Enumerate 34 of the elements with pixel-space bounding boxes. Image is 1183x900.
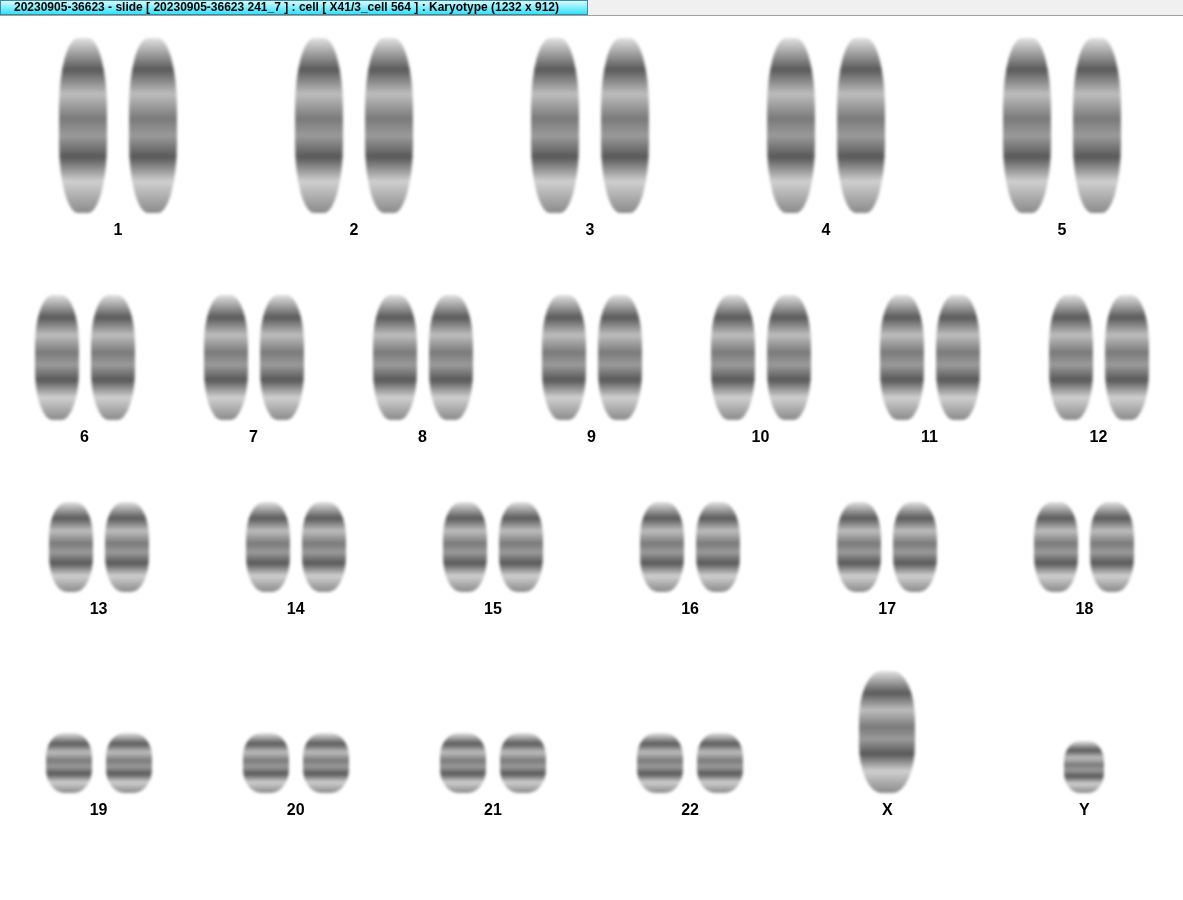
chromosome-label: 20 [286, 801, 305, 819]
chromosome-drawing [637, 733, 684, 793]
chromosome-label: 19 [89, 801, 108, 819]
chromosome-label: Y [1079, 801, 1090, 819]
chromosome-label: 2 [349, 221, 359, 239]
chromosome-drawing [499, 733, 546, 793]
chromosome-label: 14 [286, 600, 305, 618]
chromosome-label: 9 [587, 428, 596, 446]
chromosome-label: 13 [89, 600, 108, 618]
chromosome-label: 7 [249, 428, 258, 446]
chromosome-label: 8 [418, 428, 427, 446]
chromosome-label: 18 [1075, 600, 1094, 618]
chromosome-label: 6 [80, 428, 89, 446]
chromosome-drawing [242, 733, 289, 793]
chromosome-drawing [1064, 741, 1105, 793]
chromosome-drawing [45, 733, 92, 793]
chromosome-label: 12 [1089, 428, 1108, 446]
chromosome-label: 11 [921, 428, 938, 446]
chromosome-label: 3 [585, 221, 595, 239]
chromosome-label: 16 [681, 600, 699, 618]
chromosome-drawing [302, 733, 349, 793]
chromosome-label: 10 [751, 428, 770, 446]
chromosome-label: X [881, 801, 893, 819]
chromosome-label: 1 [113, 221, 123, 239]
chromosome-drawing [697, 733, 744, 793]
chromosome-label: 22 [681, 801, 699, 819]
chromosome-drawing [105, 733, 152, 793]
chromosome-drawing [439, 733, 486, 793]
chromosome-label: 17 [878, 600, 897, 618]
chromosome-label: 15 [484, 600, 502, 618]
chromosome-label: 21 [484, 801, 502, 819]
chromosome-label: 4 [821, 221, 831, 239]
chromosome-label: 5 [1057, 221, 1067, 239]
window-title: 20230905-36623 - slide [ 20230905-36623 241_7 ] : cell [ X41/3_cell 564 ] : Karyotype (1232 x 912) [0, 0, 588, 15]
